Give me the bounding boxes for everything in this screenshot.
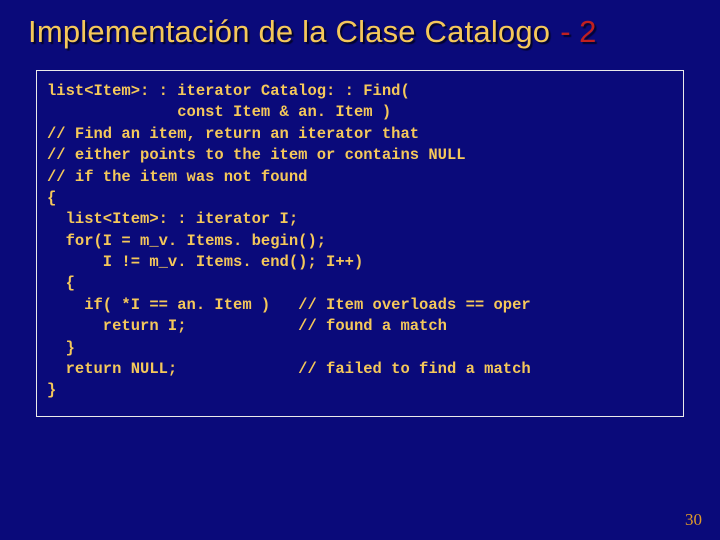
code-box: list<Item>: : iterator Catalog: : Find( … <box>36 70 684 417</box>
slide-title-suffix: - 2 <box>560 14 596 50</box>
slide-title-row: Implementación de la Clase Catalogo - 2 <box>0 0 720 58</box>
code-listing: list<Item>: : iterator Catalog: : Find( … <box>47 81 673 402</box>
slide-title: Implementación de la Clase Catalogo <box>28 14 550 50</box>
page-number: 30 <box>685 510 702 530</box>
